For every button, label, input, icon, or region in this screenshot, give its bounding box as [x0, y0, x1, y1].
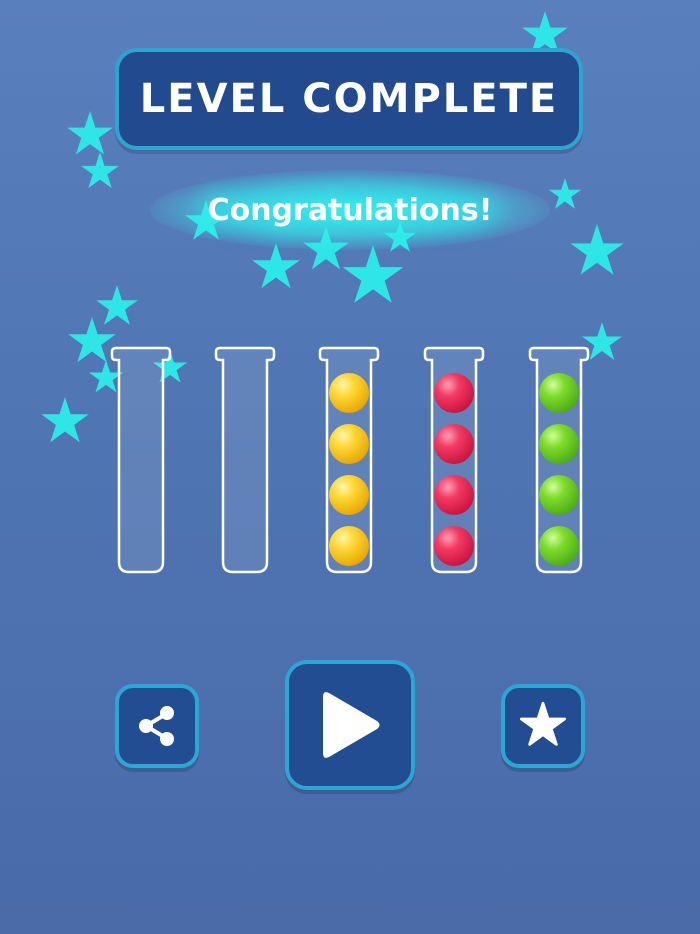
green-ball[interactable] — [539, 424, 579, 464]
star-icon — [520, 701, 566, 746]
confetti-star-icon — [96, 285, 138, 325]
share-button[interactable] — [115, 684, 199, 768]
red-ball[interactable] — [434, 424, 474, 464]
tube-2[interactable] — [214, 346, 276, 574]
green-ball[interactable] — [539, 526, 579, 566]
confetti-star-icon — [570, 224, 624, 275]
confetti-star-icon — [41, 397, 89, 443]
confetti-star-icon — [67, 111, 113, 155]
play-icon — [323, 692, 380, 758]
confetti-star-icon — [342, 245, 404, 303]
tube-5[interactable] — [528, 346, 590, 574]
green-ball[interactable] — [539, 475, 579, 515]
green-ball[interactable] — [539, 373, 579, 413]
tube-4[interactable] — [423, 346, 485, 574]
next-level-button[interactable] — [285, 660, 415, 790]
congratulations-text: Congratulations! — [207, 192, 493, 228]
share-icon — [139, 706, 174, 746]
yellow-ball[interactable] — [329, 373, 369, 413]
rate-button[interactable] — [501, 684, 585, 768]
tube-1[interactable] — [110, 346, 172, 574]
yellow-ball[interactable] — [329, 475, 369, 515]
red-ball[interactable] — [434, 373, 474, 413]
confetti-star-icon — [252, 243, 300, 289]
confetti-star-icon — [68, 317, 116, 363]
confetti-star-icon — [548, 178, 582, 209]
red-ball[interactable] — [434, 475, 474, 515]
yellow-ball[interactable] — [329, 424, 369, 464]
level-complete-banner: LEVEL COMPLETE — [115, 48, 583, 150]
tube-3[interactable] — [318, 346, 380, 574]
page-title: LEVEL COMPLETE — [139, 76, 559, 122]
confetti-star-icon — [80, 152, 120, 189]
yellow-ball[interactable] — [329, 526, 369, 566]
red-ball[interactable] — [434, 526, 474, 566]
